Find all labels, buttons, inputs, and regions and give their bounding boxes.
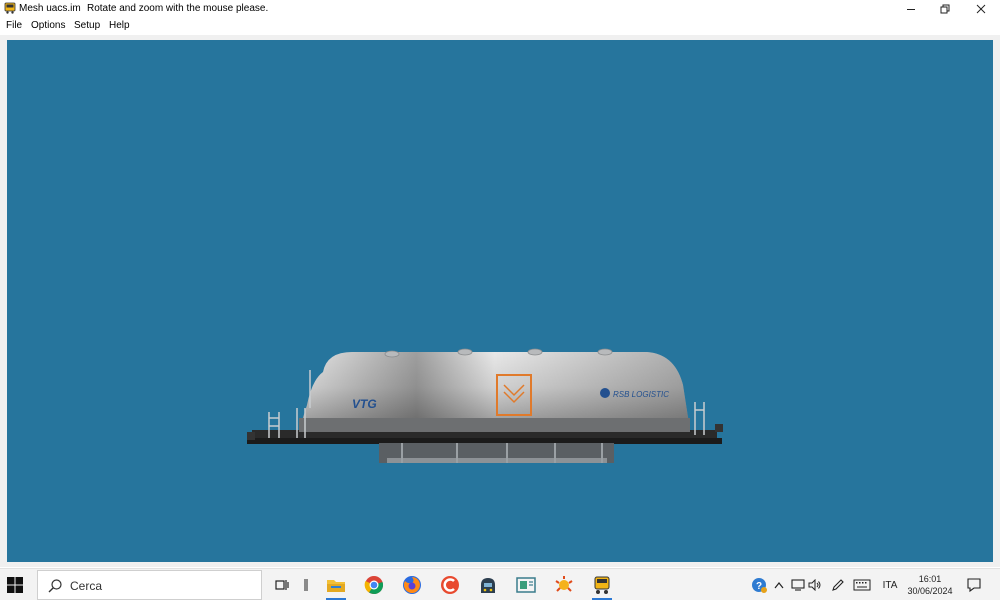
close-button[interactable] — [964, 0, 998, 18]
train-app-icon — [4, 2, 16, 14]
3d-viewport[interactable]: VTG RSB LOGISTIC — [7, 40, 993, 562]
ccleaner-icon — [441, 576, 459, 594]
help-icon: ? — [752, 578, 767, 593]
close-icon — [976, 4, 986, 14]
menu-setup[interactable]: Setup — [74, 20, 100, 31]
windows-start-icon[interactable] — [6, 576, 24, 594]
media-icon — [516, 577, 536, 593]
ie-icon — [555, 576, 573, 592]
minimize-button[interactable] — [894, 0, 928, 18]
tray-overflow-button[interactable] — [772, 577, 786, 593]
menu-file[interactable]: File — [6, 20, 22, 31]
train-sim-button[interactable] — [474, 572, 502, 598]
rsb-logo: RSB LOGISTIC — [613, 390, 669, 399]
firefox-button[interactable] — [398, 572, 426, 598]
window-title: Mesh uacs.im — [19, 3, 81, 14]
pen-tray-button[interactable] — [830, 577, 846, 593]
file-explorer-button[interactable] — [322, 572, 350, 600]
volume-tray-button[interactable] — [807, 577, 823, 593]
search-placeholder: Cerca — [70, 579, 103, 593]
clock-date: 30/06/2024 — [907, 586, 953, 596]
media-button[interactable] — [512, 572, 540, 598]
divider-icon — [304, 579, 308, 591]
firefox-icon — [403, 576, 421, 594]
taskbar-divider — [292, 572, 320, 598]
mesh-viewer-button[interactable] — [588, 572, 616, 600]
keyboard-tray-button[interactable] — [852, 577, 872, 593]
language-indicator[interactable]: ITA — [880, 577, 900, 593]
mesh-viewer-icon — [594, 576, 610, 594]
vtg-logo: VTG — [352, 397, 377, 411]
chevron-up-icon — [774, 582, 784, 589]
notification-icon[interactable] — [966, 577, 982, 593]
train-sim-icon — [481, 578, 495, 593]
wagon-model: VTG RSB LOGISTIC — [247, 348, 723, 463]
task-view-icon — [275, 580, 289, 590]
clock-time: 16:01 — [918, 574, 942, 584]
network-icon — [791, 579, 805, 591]
chrome-icon — [364, 576, 384, 595]
menu-help[interactable]: Help — [109, 20, 130, 31]
ie-button[interactable] — [550, 572, 578, 598]
ccleaner-button[interactable] — [436, 572, 464, 598]
title-bar: Mesh uacs.im Rotate and zoom with the mo… — [0, 0, 1000, 18]
restore-button[interactable] — [928, 0, 962, 18]
volume-icon — [808, 579, 821, 591]
help-tray-button[interactable]: ? — [750, 577, 768, 593]
file-explorer-icon — [327, 580, 345, 592]
search-box[interactable]: Cerca — [37, 570, 262, 600]
menu-options[interactable]: Options — [31, 20, 65, 31]
chrome-button[interactable] — [360, 572, 388, 598]
pen-icon — [832, 579, 844, 591]
taskbar: Cerca ? ITA 16:01 30/06/2024 — [0, 568, 1000, 600]
restore-icon — [940, 4, 950, 14]
minimize-icon — [907, 9, 915, 10]
menu-bar: File Options Setup Help — [0, 18, 1000, 35]
keyboard-icon — [853, 579, 871, 591]
network-tray-button[interactable] — [790, 577, 806, 593]
window-subtitle: Rotate and zoom with the mouse please. — [87, 3, 269, 14]
clock[interactable]: 16:01 30/06/2024 — [900, 573, 960, 597]
search-icon — [48, 579, 62, 593]
